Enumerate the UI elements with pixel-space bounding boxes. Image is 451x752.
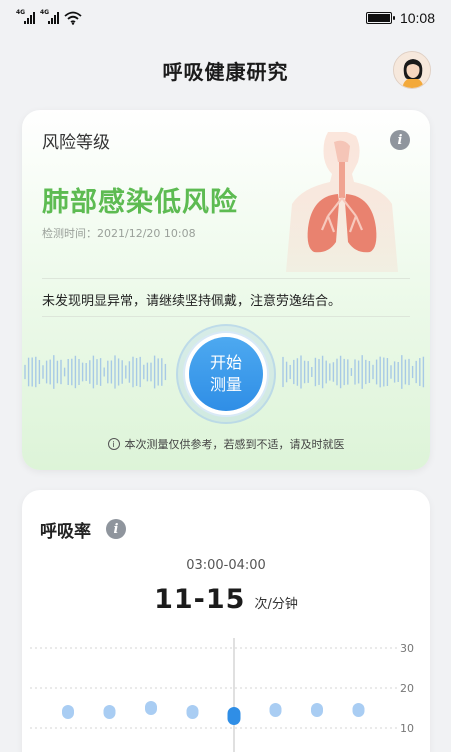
signal-icon: 4G: [40, 9, 59, 24]
clock: 10:08: [399, 10, 435, 26]
data-point-selected[interactable]: [227, 707, 241, 725]
risk-label: 风险等级: [42, 133, 110, 153]
rate-value: 11-15: [154, 584, 246, 615]
breath-rate-card: 呼吸率 i 03:00-04:00 11-15 次/分钟 30 20 10: [22, 490, 430, 752]
divider: [42, 316, 410, 317]
measure-button-label-line1: 开始: [209, 353, 242, 372]
lungs-illustration: [286, 132, 398, 272]
y-tick-label: 10: [400, 722, 414, 735]
data-point[interactable]: [186, 705, 199, 719]
y-tick-label: 20: [400, 682, 414, 695]
app-screen: 4G 4G 10:08 呼吸健康研究 风险等级 i 肺部感染低风险 检测时间：2…: [0, 0, 451, 752]
start-measure-button[interactable]: 开始 测量: [189, 337, 263, 411]
wifi-icon: [64, 11, 82, 25]
data-point[interactable]: [269, 703, 282, 717]
disclaimer-text: 本次测量仅供参考，若感到不适，请及时就医: [124, 438, 345, 451]
breath-rate-title: 呼吸率: [40, 522, 91, 542]
data-point[interactable]: [62, 705, 74, 719]
avatar[interactable]: [393, 51, 431, 89]
time-range: 03:00-04:00: [186, 558, 266, 573]
measure-button-label-line2: 测量: [209, 375, 242, 394]
disclaimer: i 本次测量仅供参考，若感到不适，请及时就医: [22, 436, 430, 452]
risk-level-card: 风险等级 i 肺部感染低风险 检测时间：2021/12/20 10:08 未发现…: [22, 110, 430, 470]
page-title: 呼吸健康研究: [162, 59, 289, 84]
battery-icon: [365, 12, 395, 24]
info-circle-icon: i: [107, 438, 120, 450]
rate-unit: 次/分钟: [254, 597, 298, 612]
sound-wave-right: [282, 355, 425, 389]
y-tick-label: 30: [400, 642, 414, 655]
status-bar: 4G 4G 10:08: [0, 0, 451, 36]
data-point[interactable]: [145, 701, 157, 715]
breath-rate-value: 11-15 次/分钟: [22, 584, 430, 615]
divider: [42, 278, 410, 279]
user-avatar-icon: [394, 52, 430, 88]
risk-level-text: 肺部感染低风险: [42, 187, 238, 218]
detect-time: 检测时间：2021/12/20 10:08: [42, 227, 196, 240]
status-right: 10:08: [365, 10, 435, 26]
risk-advice-text: 未发现明显异常，请继续坚持佩戴，注意劳逸结合。: [42, 294, 342, 309]
network-type-label: 4G: [16, 9, 26, 16]
sound-wave-left: [24, 355, 167, 389]
data-point[interactable]: [103, 705, 116, 719]
data-point[interactable]: [352, 703, 365, 717]
network-type-label: 4G: [40, 9, 50, 16]
data-point[interactable]: [311, 703, 323, 717]
signal-icon: 4G: [16, 9, 35, 24]
header: 呼吸健康研究: [0, 40, 451, 100]
signal-indicators: 4G 4G: [16, 9, 82, 25]
measure-button-ring: 开始 测量: [176, 324, 276, 424]
measure-button-inner-ring: 开始 测量: [183, 331, 269, 417]
breath-rate-chart[interactable]: 30 20 10: [22, 630, 430, 752]
info-icon[interactable]: i: [106, 519, 126, 539]
